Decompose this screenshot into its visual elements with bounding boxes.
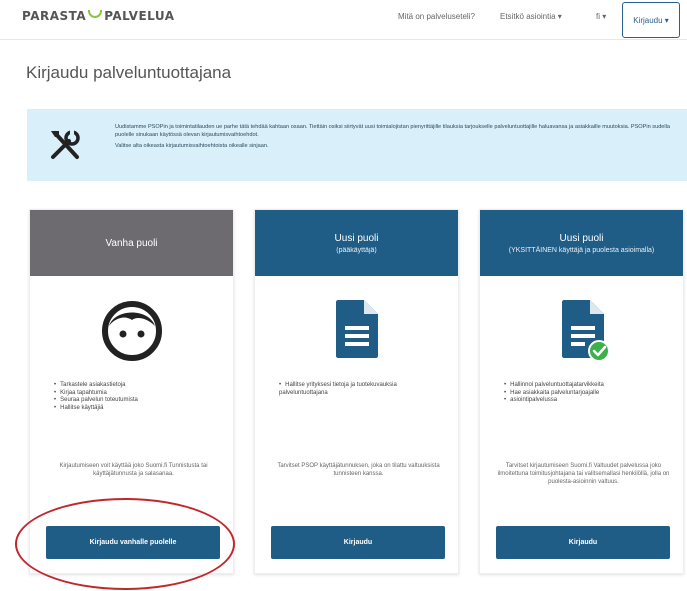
feature-list: Hallitse yrityksesi tietoja ja tuotekuva… (279, 382, 444, 397)
document-icon (335, 300, 378, 358)
info-notice: Uudistamme PSOPin ja toimintatilauden ue… (27, 109, 687, 181)
notice-paragraph-1: Uudistamme PSOPin ja toimintatilauden ue… (115, 124, 671, 138)
feature-list: Tarkastele asiakastietoja Kirjaa tapahtu… (54, 382, 219, 412)
page-title: Kirjaudu palveluntuottajana (26, 63, 232, 82)
logo-text-left: PARASTA (22, 9, 87, 23)
list-item: Hallinnoi palveluntuottajatarvikkeita (504, 382, 669, 390)
face-icon (101, 301, 162, 361)
notice-paragraph-2: Valitse alta oikeasta kirjautumisvaihtoe… (115, 143, 269, 149)
card-subtitle: (pääkäyttäjä) (336, 246, 377, 254)
card-description: Tarvitset kirjautumiseen Suomi.fi Valtuu… (497, 463, 670, 485)
login-new-individual-user-button[interactable]: Kirjaudu (496, 526, 670, 559)
nav-link-find-services[interactable]: Etsitkö asiointia ▾ (500, 12, 562, 21)
logo[interactable]: PARASTA PALVELUA (22, 9, 175, 23)
nav-language-select[interactable]: fi ▾ (596, 12, 606, 21)
card-header: Uusi puoli (YKSITTÄINEN käyttäjä ja puol… (480, 210, 683, 276)
document-check-icon (561, 300, 610, 362)
list-item: Seuraa palvelun toteutumista (54, 397, 219, 405)
logo-text-right: PALVELUA (104, 9, 175, 23)
card-title: Vanha puoli (105, 237, 158, 249)
feature-list: Hallinnoi palveluntuottajatarvikkeita Ha… (504, 382, 669, 405)
list-item: asiointipalvelussa (504, 397, 669, 405)
list-item: Hae asiakkaita palveluntarjoajalle (504, 390, 669, 398)
login-dropdown-button[interactable]: Kirjaudu ▾ (622, 2, 680, 38)
card-header: Vanha puoli (30, 210, 233, 276)
nav-link-what-is-voucher[interactable]: Mitä on palveluseteli? (398, 12, 475, 21)
list-item: Kirjaa tapahtumia (54, 390, 219, 398)
login-legacy-button[interactable]: Kirjaudu vanhalle puolelle (46, 526, 220, 559)
card-subtitle: (YKSITTÄINEN käyttäjä ja puolesta asioim… (508, 246, 655, 254)
login-card-new-individual-user: Uusi puoli (YKSITTÄINEN käyttäjä ja puol… (479, 209, 684, 574)
card-title: Uusi puoli (559, 232, 604, 244)
list-item: Tarkastele asiakastietoja (54, 382, 219, 390)
card-header: Uusi puoli (pääkäyttäjä) (255, 210, 458, 276)
card-description: Kirjautumiseen voit käyttää joko Suomi.f… (59, 463, 208, 477)
card-description: Tarvitset PSOP käyttäjätunnuksen, joka o… (277, 463, 440, 477)
list-item: Hallitse käyttäjiä (54, 405, 219, 413)
login-new-main-user-button[interactable]: Kirjaudu (271, 526, 445, 559)
login-card-legacy: Vanha puoli Tarkastele asiakastietoja Ki… (29, 209, 234, 574)
smile-logo-icon (88, 10, 103, 18)
notice-text: Uudistamme PSOPin ja toimintatilauden ue… (115, 123, 675, 153)
login-card-new-main-user: Uusi puoli (pääkäyttäjä) Hallitse yrityk… (254, 209, 459, 574)
top-navbar: PARASTA PALVELUA Mitä on palveluseteli? E… (0, 0, 687, 40)
tools-icon (51, 129, 80, 159)
card-title: Uusi puoli (334, 232, 379, 244)
list-item: Hallitse yrityksesi tietoja ja tuotekuva… (279, 382, 444, 397)
